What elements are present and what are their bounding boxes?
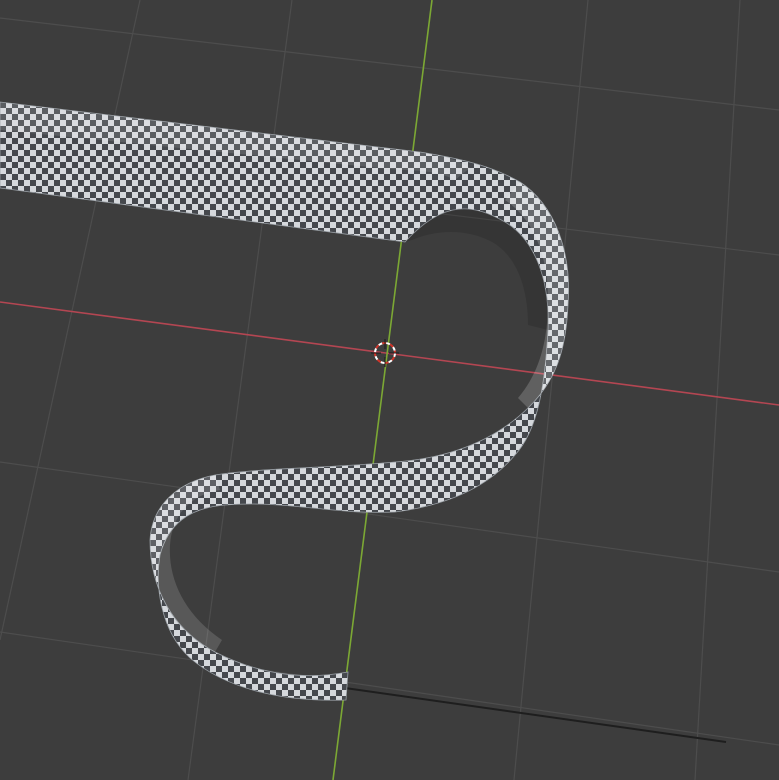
ribbon-shadow-line [344, 687, 727, 743]
ribbon-mesh[interactable] [0, 101, 569, 701]
viewport-scene[interactable] [0, 0, 779, 780]
y-axis-line [332, 0, 433, 780]
ribbon-body [0, 101, 569, 701]
3d-viewport[interactable] [0, 0, 779, 780]
